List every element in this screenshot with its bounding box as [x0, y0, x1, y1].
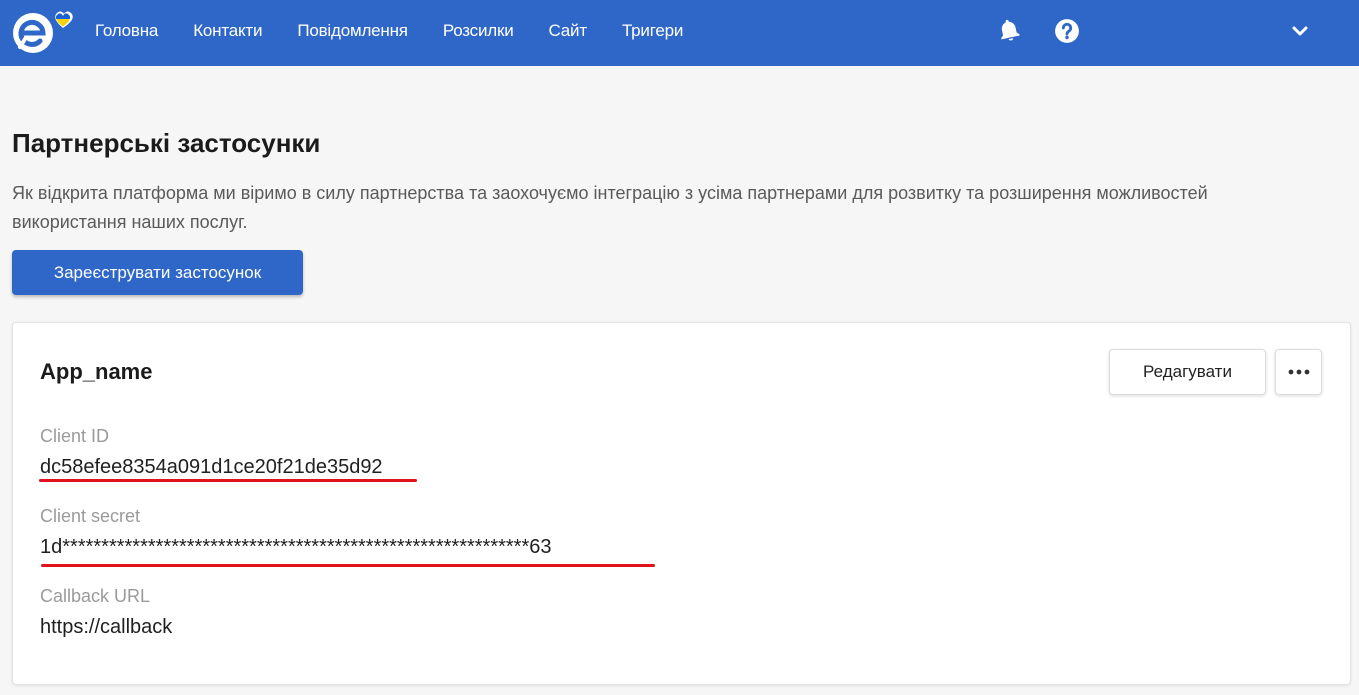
edit-button[interactable]: Редагувати — [1109, 349, 1266, 395]
more-dots-icon — [1288, 369, 1309, 375]
nav-item-messages[interactable]: Повідомлення — [297, 21, 408, 41]
main-navigation: Головна Контакти Повідомлення Розсилки С… — [95, 0, 718, 62]
top-navigation-bar: Головна Контакти Повідомлення Розсилки С… — [0, 0, 1359, 66]
client-id-value: dc58efee8354a091d1ce20f21de35d92 — [40, 456, 383, 478]
nav-item-campaigns[interactable]: Розсилки — [443, 21, 514, 41]
app-name: App_name — [40, 359, 153, 384]
nav-item-triggers[interactable]: Тригери — [622, 21, 683, 41]
client-id-red-underline — [39, 479, 417, 482]
page-description: Як відкрита платформа ми віримо в силу п… — [12, 183, 1208, 232]
more-options-button[interactable] — [1275, 349, 1322, 395]
register-app-button[interactable]: Зареєструвати застосунок — [12, 250, 303, 295]
bell-icon[interactable] — [996, 17, 1022, 43]
nav-item-contacts[interactable]: Контакти — [193, 21, 262, 41]
nav-item-home[interactable]: Головна — [95, 21, 158, 41]
callback-url-value: https://callback — [40, 616, 173, 638]
nav-item-site[interactable]: Сайт — [549, 21, 588, 41]
help-icon[interactable] — [1054, 18, 1080, 44]
brand-logo-icon[interactable] — [12, 8, 76, 56]
chevron-down-icon[interactable] — [1290, 22, 1310, 40]
client-secret-label: Client secret — [40, 506, 141, 526]
client-id-label: Client ID — [40, 426, 110, 446]
app-card: App_name Редагувати Client ID dc58efee83… — [12, 322, 1351, 685]
client-secret-value: 1d**************************************… — [40, 536, 552, 558]
client-secret-red-underline — [41, 564, 655, 567]
callback-url-label: Callback URL — [40, 586, 151, 606]
page-title: Партнерські застосунки — [12, 128, 321, 158]
